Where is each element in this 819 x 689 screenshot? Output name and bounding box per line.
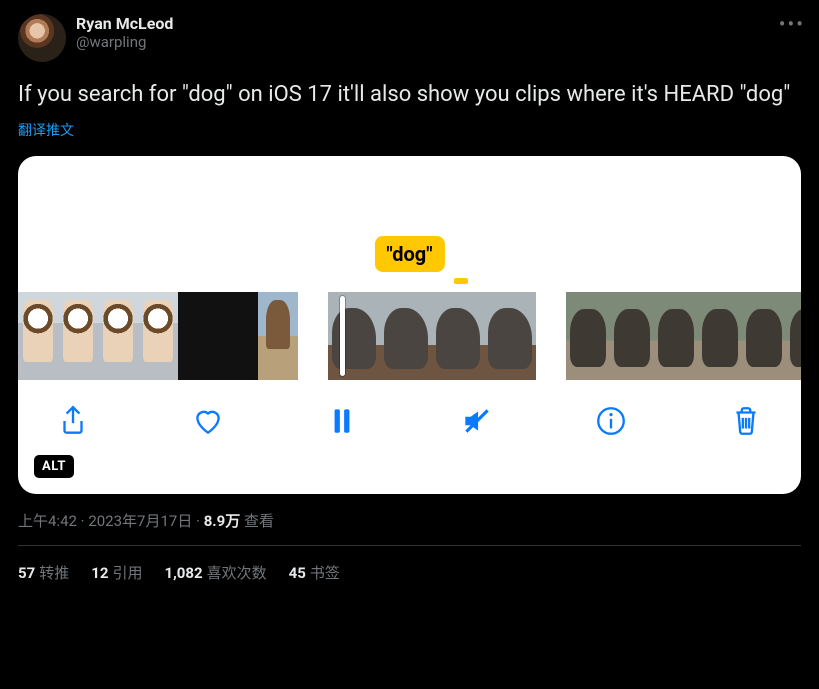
search-term-badge: "dog" [374,236,444,272]
timeline-frame [380,292,432,380]
avatar[interactable] [18,14,66,62]
retweets-stat[interactable]: 57转推 [18,562,69,583]
media-toolbar [18,380,801,440]
tweet-container: ••• Ryan McLeod @warpling If you search … [0,0,819,583]
timeline-frame [138,292,178,380]
more-options-button[interactable]: ••• [779,12,805,36]
timeline-frame [610,292,654,380]
search-term-marker [454,278,468,284]
alt-badge[interactable]: ALT [34,455,74,478]
tweet-text: If you search for "dog" on iOS 17 it'll … [18,80,801,110]
timeline-frame [742,292,786,380]
tweet-header: Ryan McLeod @warpling [18,14,801,62]
timeline-frame [698,292,742,380]
timestamp-date: 2023年7月17日 [88,512,192,530]
video-timeline[interactable] [18,292,801,380]
timestamp-time: 上午4:42 [18,512,77,530]
translate-link[interactable]: 翻译推文 [18,120,74,140]
views-label: 查看 [240,512,274,530]
video-clip-active[interactable] [328,292,536,380]
timeline-frame [484,292,536,380]
author-name: Ryan McLeod [76,14,173,33]
trash-icon[interactable] [727,402,765,440]
timeline-frame [566,292,610,380]
media-attachment[interactable]: "dog" [18,156,801,494]
timeline-frame [98,292,138,380]
timeline-frame [786,292,801,380]
tweet-timestamp[interactable]: 上午4:42 · 2023年7月17日 · 8.9万 查看 [18,510,801,531]
bookmarks-stat[interactable]: 45书签 [289,562,340,583]
timeline-frame [18,292,58,380]
playhead-indicator[interactable] [340,296,345,376]
share-icon[interactable] [54,402,92,440]
video-clip[interactable] [18,292,298,380]
video-clip[interactable] [566,292,801,380]
views-count: 8.9万 [204,512,241,530]
quotes-stat[interactable]: 12引用 [91,562,142,583]
likes-stat[interactable]: 1,082喜欢次数 [164,562,266,583]
media-blank-area [18,156,801,244]
info-icon[interactable] [592,402,630,440]
tweet-stats: 57转推 12引用 1,082喜欢次数 45书签 [18,546,801,583]
timeline-frame [432,292,484,380]
mute-icon[interactable] [458,402,496,440]
timeline-frame [654,292,698,380]
timeline-frame [58,292,98,380]
timeline-frame [258,292,298,380]
pause-icon[interactable] [323,402,361,440]
author-identity[interactable]: Ryan McLeod @warpling [76,14,173,51]
timeline-frame [328,292,380,380]
timeline-frame [178,292,218,380]
heart-icon[interactable] [189,402,227,440]
author-handle: @warpling [76,33,173,51]
timeline-frame [218,292,258,380]
